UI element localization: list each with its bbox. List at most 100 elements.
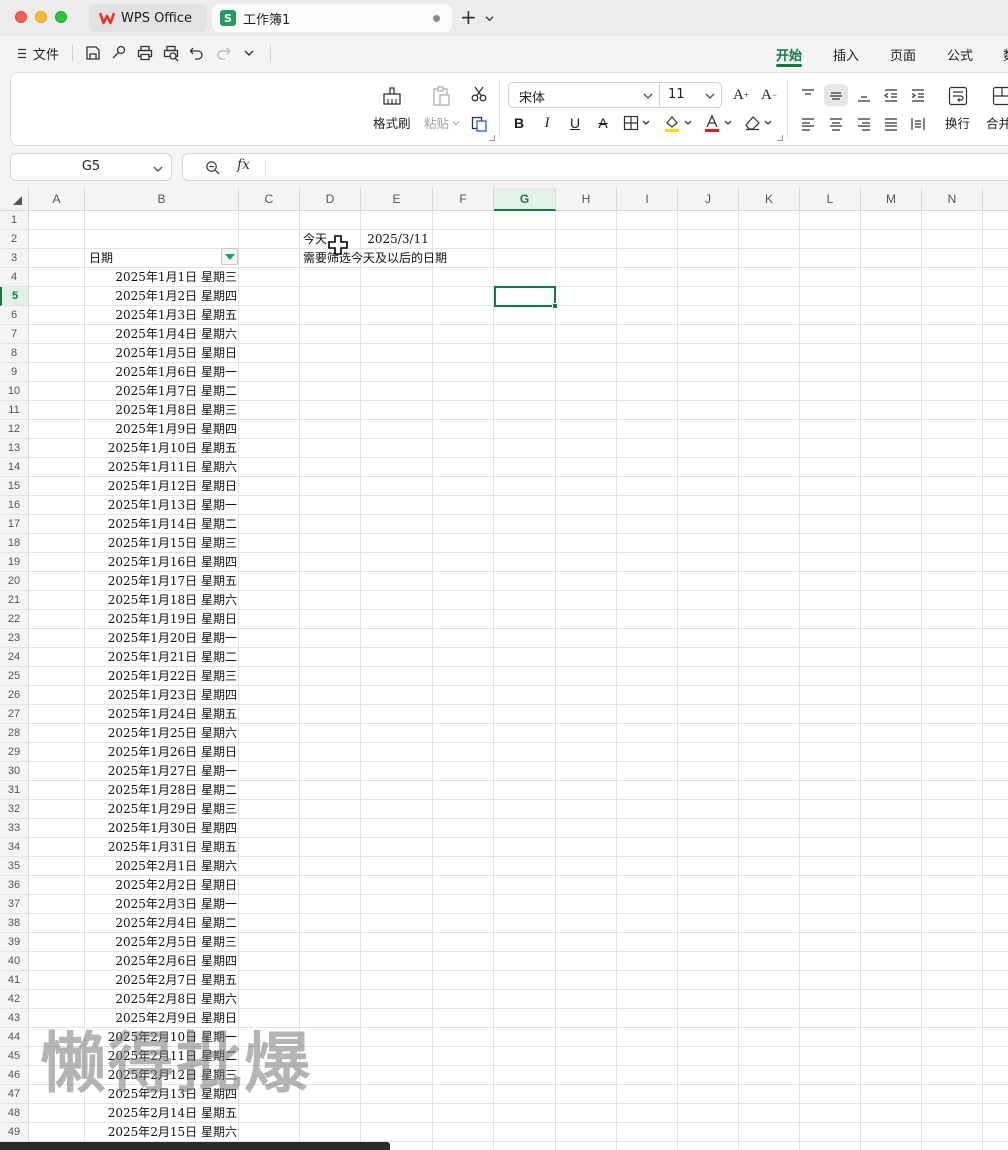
- cell-b49[interactable]: 2025年2月15日 星期六: [86, 1123, 237, 1142]
- format-painter-label[interactable]: 格式刷: [373, 113, 411, 132]
- undo-icon[interactable]: [188, 44, 206, 62]
- font-name-select[interactable]: 宋体: [508, 82, 660, 108]
- cell-b20[interactable]: 2025年1月17日 星期五: [86, 572, 237, 591]
- print-icon[interactable]: [136, 44, 154, 62]
- font-size-select[interactable]: 11: [660, 82, 722, 108]
- column-header-c[interactable]: C: [239, 188, 300, 211]
- align-center-icon[interactable]: [826, 114, 846, 134]
- minimize-window-button[interactable]: [35, 11, 47, 23]
- cell-b6[interactable]: 2025年1月3日 星期五: [86, 306, 237, 325]
- row-header-41[interactable]: 41: [0, 971, 29, 990]
- tab-menu-chevron-down-icon[interactable]: [485, 12, 494, 27]
- row-header-1[interactable]: 1: [0, 211, 29, 230]
- row-header-21[interactable]: 21: [0, 591, 29, 610]
- row-header-19[interactable]: 19: [0, 553, 29, 572]
- decrease-font-size-icon[interactable]: A −: [759, 85, 779, 105]
- row-header-32[interactable]: 32: [0, 800, 29, 819]
- redo-icon[interactable]: [214, 44, 232, 62]
- row-header-37[interactable]: 37: [0, 895, 29, 914]
- row-header-14[interactable]: 14: [0, 458, 29, 477]
- align-right-icon[interactable]: [854, 114, 874, 134]
- justify-icon[interactable]: [881, 114, 901, 134]
- print-preview-icon[interactable]: [162, 44, 180, 62]
- row-header-4[interactable]: 4: [0, 268, 29, 287]
- wrap-text-icon[interactable]: [945, 83, 971, 109]
- cell-b14[interactable]: 2025年1月11日 星期六: [86, 458, 237, 477]
- row-header-24[interactable]: 24: [0, 648, 29, 667]
- row-header-6[interactable]: 6: [0, 306, 29, 325]
- row-header-8[interactable]: 8: [0, 344, 29, 363]
- insert-function-button[interactable]: fx: [237, 157, 250, 173]
- column-header-n[interactable]: N: [922, 188, 983, 211]
- save-icon[interactable]: [84, 44, 102, 62]
- horizontal-scrollbar[interactable]: [0, 1142, 390, 1150]
- merge-cells-icon[interactable]: [989, 83, 1008, 109]
- borders-icon[interactable]: [623, 114, 653, 132]
- cell-b37[interactable]: 2025年2月3日 星期一: [86, 895, 237, 914]
- increase-font-size-icon[interactable]: A +: [731, 85, 751, 105]
- row-header-34[interactable]: 34: [0, 838, 29, 857]
- select-all-button[interactable]: [0, 188, 29, 211]
- cell-b38[interactable]: 2025年2月4日 星期二: [86, 914, 237, 933]
- column-header-next[interactable]: [983, 188, 1008, 211]
- row-header-17[interactable]: 17: [0, 515, 29, 534]
- row-header-43[interactable]: 43: [0, 1009, 29, 1028]
- tab-data[interactable]: 数: [1003, 45, 1008, 64]
- tab-home[interactable]: 开始: [776, 45, 802, 64]
- column-header-a[interactable]: A: [29, 188, 85, 211]
- column-header-f[interactable]: F: [433, 188, 494, 211]
- cell-b29[interactable]: 2025年1月26日 星期日: [86, 743, 237, 762]
- cell-b21[interactable]: 2025年1月18日 星期六: [86, 591, 237, 610]
- increase-indent-icon[interactable]: [908, 85, 928, 105]
- share-icon[interactable]: [110, 44, 128, 62]
- wrap-text-label[interactable]: 换行: [945, 113, 970, 132]
- column-header-d[interactable]: D: [300, 188, 361, 211]
- row-header-28[interactable]: 28: [0, 724, 29, 743]
- cell-b10[interactable]: 2025年1月7日 星期二: [86, 382, 237, 401]
- column-header-i[interactable]: I: [617, 188, 678, 211]
- paste-label[interactable]: 粘贴: [424, 113, 449, 132]
- align-left-icon[interactable]: [798, 114, 818, 134]
- cell-b8[interactable]: 2025年1月5日 星期日: [86, 344, 237, 363]
- format-painter-icon[interactable]: [379, 83, 405, 109]
- tab-insert[interactable]: 插入: [833, 45, 859, 64]
- column-header-b[interactable]: B: [85, 188, 239, 211]
- row-header-46[interactable]: 46: [0, 1066, 29, 1085]
- fill-color-icon[interactable]: [663, 114, 695, 132]
- column-header-g[interactable]: G: [494, 188, 556, 211]
- cell-b36[interactable]: 2025年2月2日 星期日: [86, 876, 237, 895]
- tab-page[interactable]: 页面: [890, 45, 916, 64]
- cell-b25[interactable]: 2025年1月22日 星期三: [86, 667, 237, 686]
- row-header-18[interactable]: 18: [0, 534, 29, 553]
- cell-b9[interactable]: 2025年1月6日 星期一: [86, 363, 237, 382]
- column-header-j[interactable]: J: [678, 188, 739, 211]
- row-header-13[interactable]: 13: [0, 439, 29, 458]
- cell-b31[interactable]: 2025年1月28日 星期二: [86, 781, 237, 800]
- align-middle-icon[interactable]: [824, 84, 848, 106]
- row-header-49[interactable]: 49: [0, 1123, 29, 1142]
- cell-d2[interactable]: 今天: [303, 230, 327, 249]
- row-header-5[interactable]: 5: [0, 287, 29, 306]
- cut-icon[interactable]: [468, 83, 490, 105]
- cell-b40[interactable]: 2025年2月6日 星期四: [86, 952, 237, 971]
- row-header-35[interactable]: 35: [0, 857, 29, 876]
- row-header-29[interactable]: 29: [0, 743, 29, 762]
- row-header-45[interactable]: 45: [0, 1047, 29, 1066]
- row-header-40[interactable]: 40: [0, 952, 29, 971]
- row-header-23[interactable]: 23: [0, 629, 29, 648]
- font-dialog-launcher-icon[interactable]: [777, 135, 783, 141]
- column-header-e[interactable]: E: [361, 188, 433, 211]
- fill-handle[interactable]: [552, 303, 558, 309]
- cell-b30[interactable]: 2025年1月27日 星期一: [86, 762, 237, 781]
- align-top-icon[interactable]: [798, 85, 818, 105]
- cell-b3[interactable]: 日期: [89, 249, 113, 268]
- bold-icon[interactable]: B: [510, 114, 528, 132]
- strikethrough-icon[interactable]: A: [594, 114, 612, 132]
- row-header-26[interactable]: 26: [0, 686, 29, 705]
- cell-b27[interactable]: 2025年1月24日 星期五: [86, 705, 237, 724]
- row-header-44[interactable]: 44: [0, 1028, 29, 1047]
- row-header-30[interactable]: 30: [0, 762, 29, 781]
- row-header-11[interactable]: 11: [0, 401, 29, 420]
- formula-input[interactable]: fx: [182, 153, 1008, 181]
- maximize-window-button[interactable]: [55, 11, 67, 23]
